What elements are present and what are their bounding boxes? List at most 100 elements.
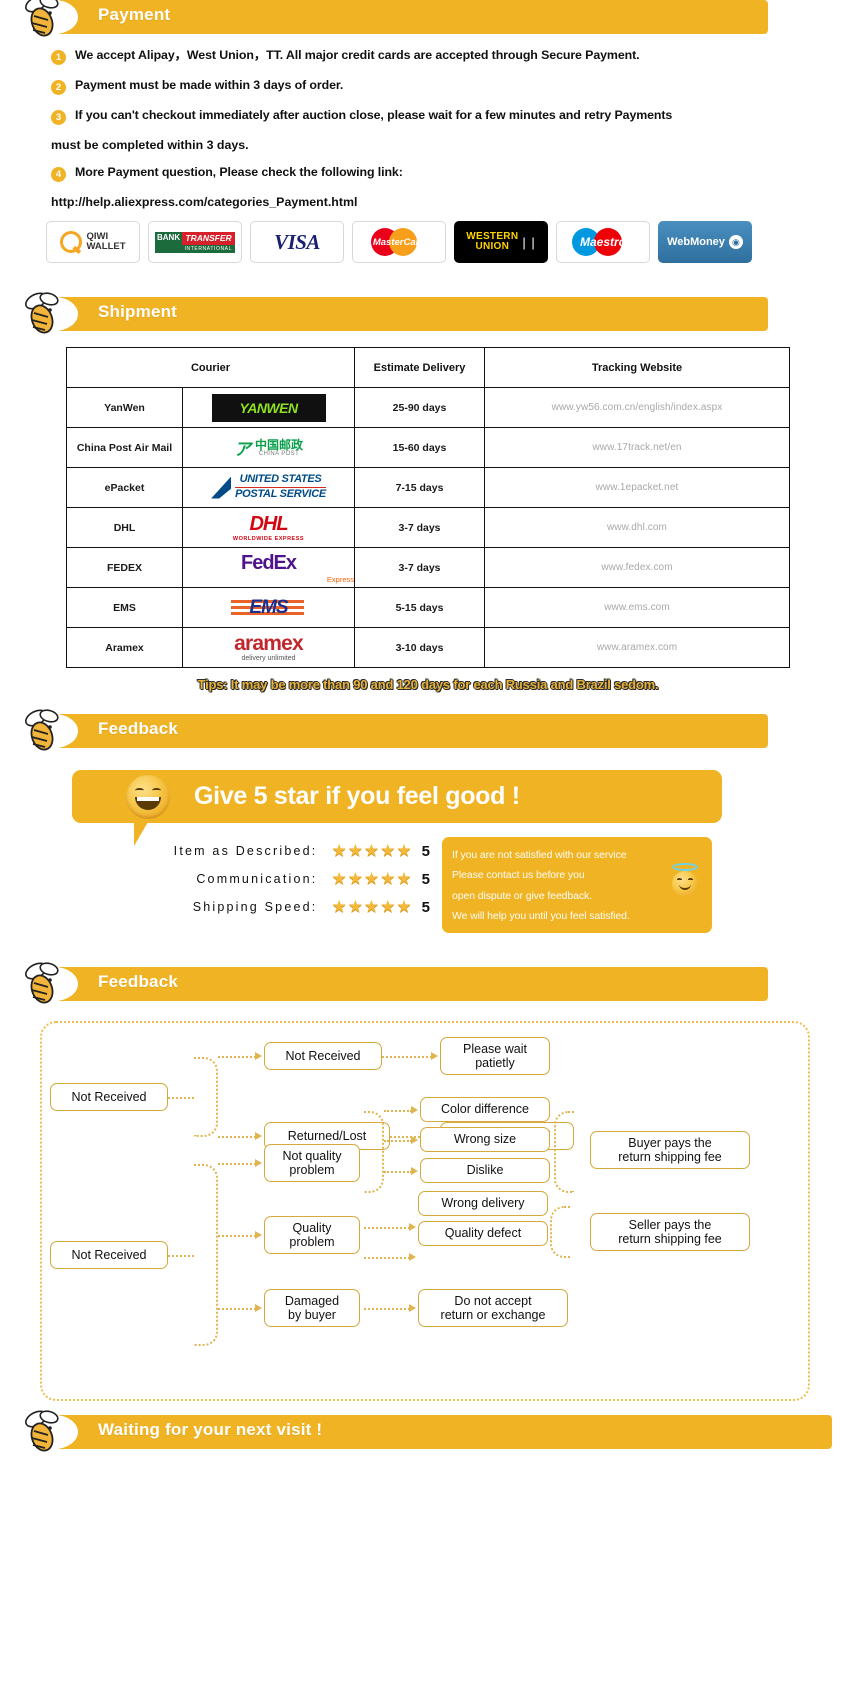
list-number-badge: 1 (51, 50, 66, 65)
ratings-row: Item as Described: ★★★★★ 5 Communication… (0, 823, 850, 933)
flow-connector (218, 1135, 256, 1138)
flow-arrowhead (431, 1051, 438, 1060)
mastercard-logo: MasterCard (352, 221, 446, 263)
courier-name: Aramex (66, 627, 183, 668)
section-title: Shipment (98, 302, 178, 321)
payment-item-text: We accept Alipay，West Union，TT. All majo… (75, 48, 640, 62)
table-row: Aramex aramex delivery unlimited 3-10 da… (66, 627, 790, 668)
qiwi-wallet-logo: QIWI WALLET (46, 221, 140, 263)
usps-line2: POSTAL SERVICE (235, 488, 326, 501)
courier-name: DHL (66, 507, 183, 548)
courier-name: FEDEX (66, 547, 183, 588)
mastercard-wordmark: MasterCard (372, 237, 426, 248)
flow-box-quality-problem: Quality problem (264, 1215, 360, 1254)
tracking-website: www.17track.net/en (484, 427, 790, 468)
list-number-badge: 3 (51, 110, 66, 125)
section-title: Feedback (98, 719, 179, 738)
tracking-website: www.ems.com (484, 587, 790, 628)
usps-logo: UNITED STATES POSTAL SERVICE (183, 474, 354, 501)
section-title: Feedback (98, 971, 179, 991)
flow-arrowhead (255, 1230, 262, 1239)
rating-value: 5 (421, 870, 430, 888)
flow-brace (194, 1163, 218, 1346)
courier-logo-cell: ア 中国邮政 CHINA POST (182, 427, 355, 468)
courier-logo-cell: aramex delivery unlimited (182, 627, 355, 668)
flow-arrowhead (255, 1158, 262, 1167)
note-line: Please contact us before you (452, 869, 585, 882)
section-header-shipment: · · · · Shipment (0, 292, 850, 335)
webmoney-logo: WebMoney ◉ (658, 221, 752, 263)
flow-box-dislike: Dislike (420, 1157, 550, 1183)
rating-label: Shipping Speed: (192, 900, 318, 914)
flow-connector (218, 1234, 256, 1237)
flow-brace (194, 1056, 218, 1137)
payment-item-text: Payment must be made within 3 days of or… (75, 78, 344, 92)
smiley-mouth (135, 796, 161, 810)
visa-logo: VISA (250, 221, 344, 263)
section-header-payment: · · · · Payment (0, 0, 850, 38)
table-row: EMS EMS 5-15 days www.ems.com (66, 587, 790, 628)
fedex-wordmark: FedEx (240, 551, 297, 574)
bee-icon (25, 962, 59, 1004)
aramex-tagline: delivery unlimited (241, 655, 296, 662)
flow-connector (364, 1226, 410, 1229)
table-row: China Post Air Mail ア 中国邮政 CHINA POST 15… (66, 427, 790, 468)
star-rating-icons: ★★★★★ (331, 869, 413, 888)
smiley-right-eye (152, 787, 161, 793)
flow-connector (384, 1109, 412, 1112)
note-line: open dispute or give feedback. (452, 889, 593, 902)
estimate-delivery: 15-60 days (354, 427, 485, 468)
bank-label: BANK (155, 231, 183, 245)
flow-arrowhead (411, 1135, 418, 1144)
yanwen-logo: YANWEN (211, 393, 326, 422)
tracking-website: www.aramex.com (484, 627, 790, 668)
rating-value: 5 (421, 842, 430, 860)
transfer-label: TRANSFER (182, 231, 235, 245)
courier-name: China Post Air Mail (66, 427, 183, 468)
shipment-table: Courier Estimate Delivery Tracking Websi… (66, 347, 790, 668)
payment-help-link[interactable]: http://help.aliexpress.com/categories_Pa… (51, 195, 810, 209)
flow-connector (382, 1055, 432, 1058)
bee-icon (25, 1410, 59, 1452)
flow-arrowhead (255, 1303, 262, 1312)
international-label: INTERNATIONAL (155, 244, 235, 253)
flow-box-not-received-3: Not Received (50, 1240, 168, 1269)
wu-bars-icon: | | (522, 234, 536, 250)
angel-right-eye (688, 878, 693, 881)
rating-line: Communication: ★★★★★ 5 (14, 865, 430, 893)
section-header-feedback: · · · · Feedback (0, 709, 850, 752)
section-header-footer: Waiting for your next visit ! (0, 1410, 850, 1453)
courier-logo-cell: FedEx Express (182, 547, 355, 588)
section-title: Payment (98, 5, 171, 24)
column-header-courier: Courier (66, 347, 355, 388)
ratings-list: Item as Described: ★★★★★ 5 Communication… (0, 837, 430, 933)
section-header-feedback-2: · · · · Feedback (0, 962, 850, 1005)
table-row: DHL DHL WORLDWIDE EXPRESS 3-7 days www.d… (66, 507, 790, 548)
payment-item-text: More Payment question, Please check the … (75, 165, 403, 179)
rating-value: 5 (421, 898, 430, 916)
flow-box-damaged-by-buyer: Damaged by buyer (264, 1288, 360, 1327)
rating-label: Communication: (196, 872, 318, 886)
maestro-logo: Maestro (556, 221, 650, 263)
estimate-delivery: 7-15 days (354, 467, 485, 508)
angel-smiley-icon (670, 863, 700, 897)
courier-name: YanWen (66, 387, 183, 428)
flow-box-quality-defect: Quality defect (418, 1220, 548, 1246)
flow-box-not-received-1: Not Received (50, 1082, 168, 1111)
dhl-tagline: WORLDWIDE EXPRESS (232, 536, 305, 542)
courier-name: ePacket (66, 467, 183, 508)
aramex-wordmark: aramex (234, 632, 304, 655)
estimate-delivery: 3-10 days (354, 627, 485, 668)
list-number-badge: 2 (51, 80, 66, 95)
yanwen-wordmark: YANWEN (239, 399, 298, 416)
dispute-flowchart: Not Received Not Received Returned/Lost … (40, 1020, 810, 1401)
column-header-delivery: Estimate Delivery (354, 347, 485, 388)
flow-brace (550, 1205, 570, 1258)
shipment-table-wrapper: Courier Estimate Delivery Tracking Websi… (0, 335, 850, 692)
feedback-banner-wrapper: Give 5 star if you feel good ! (0, 752, 850, 846)
dhl-logo: DHL WORLDWIDE EXPRESS (183, 513, 354, 542)
table-header-row: Courier Estimate Delivery Tracking Websi… (66, 347, 790, 388)
banner-text: Give 5 star if you feel good ! (194, 782, 520, 810)
estimate-delivery: 25-90 days (354, 387, 485, 428)
china-post-en-label: CHINA POST (258, 450, 300, 457)
